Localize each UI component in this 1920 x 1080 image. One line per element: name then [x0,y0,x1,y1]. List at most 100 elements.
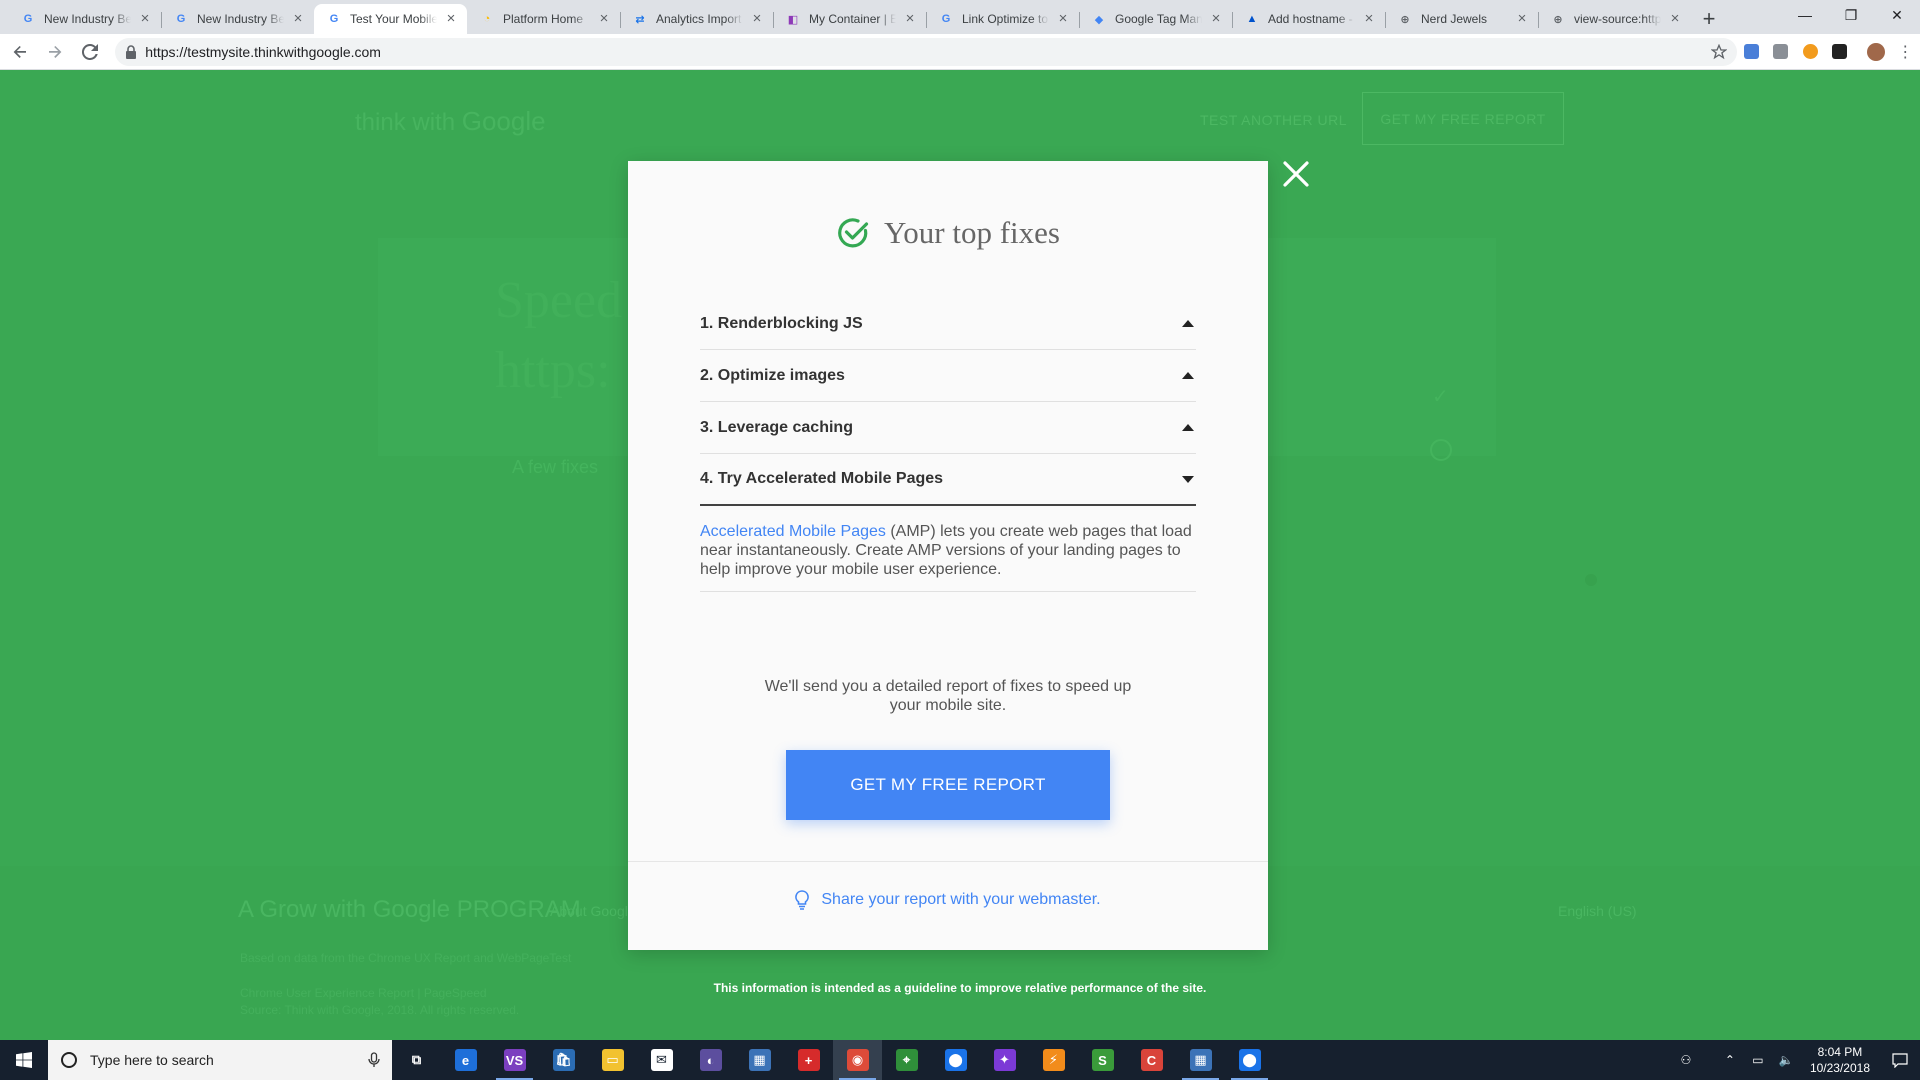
taskbar-app-button[interactable]: ▭ [588,1040,637,1080]
taskbar-app-button[interactable]: ▦ [1176,1040,1225,1080]
fix-item-renderblocking-js[interactable]: 1. Renderblocking JS [700,298,1196,350]
extension-book-icon[interactable] [1825,37,1854,67]
location-icon: ⬤ [944,1049,967,1071]
extension-bolt-icon[interactable] [1795,37,1824,67]
browser-tab[interactable]: ▲ Add hostname - × [1232,4,1385,34]
tab-close-icon[interactable]: × [1667,11,1683,27]
taskbar-app-button[interactable]: ⬤ [1225,1040,1274,1080]
taskbar-app-button[interactable]: ▦ [735,1040,784,1080]
microphone-icon[interactable] [368,1052,380,1068]
fix-label: 3. Leverage caching [700,418,853,436]
browser-tab[interactable]: ⇄ Analytics Import × [620,4,773,34]
taskbar-app-button[interactable]: + [784,1040,833,1080]
tab-close-icon[interactable]: × [443,11,459,27]
purple-app-icon: ✦ [993,1049,1016,1071]
new-tab-button[interactable]: + [1691,4,1727,34]
taskbar-app-button[interactable]: VS [490,1040,539,1080]
taskbar-app-button[interactable]: 🛍 [539,1040,588,1080]
action-center-icon[interactable] [1880,1040,1920,1080]
reload-button[interactable] [74,36,105,68]
browser-tab[interactable]: G New Industry Be × [8,4,161,34]
caret-up-icon [1182,372,1194,379]
browser-tab[interactable]: G Link Optimize to × [926,4,1079,34]
fix-amp-description: Accelerated Mobile Pages (AMP) lets you … [700,506,1196,592]
bg-heading-url: https: [495,342,611,399]
browser-tab[interactable]: ◆ Google Tag Man × [1079,4,1232,34]
mail-icon: ✉ [650,1049,673,1071]
minimize-button[interactable]: — [1782,0,1828,30]
tab-title: Link Optimize to [962,12,1049,26]
get-free-report-button[interactable]: GET MY FREE REPORT [786,750,1110,820]
tab-close-icon[interactable]: × [1514,11,1530,27]
browser-tab[interactable]: ⊕ view-source:http × [1538,4,1691,34]
google-marketing-platform-icon: ◔ [483,13,491,25]
taskbar-apps: ⧉ e VS 🛍 ▭ ✉ ◐ ▦ + ◉ ⌖ ⬤ ✦ ⚡ S C ▦ ⬤ [392,1040,1274,1080]
taskbar-app-button[interactable]: ◐ [686,1040,735,1080]
tab-close-icon[interactable]: × [902,11,918,27]
lock-icon [126,44,137,59]
start-button[interactable] [0,1040,48,1080]
analytics-import-icon: ⇄ [635,13,645,26]
tab-close-icon[interactable]: × [1055,11,1071,27]
share-with-webmaster-link[interactable]: Share your report with your webmaster. [628,890,1268,910]
extension-tag-icon[interactable] [1766,37,1795,67]
lightbulb-icon [795,890,810,910]
bg-heading: Speed [495,272,623,329]
modal-title-text: Your top fixes [884,215,1060,250]
browser-tab[interactable]: G New Industry Be × [161,4,314,34]
profile-avatar[interactable] [1862,37,1891,67]
share-text: Share your report with your webmaster. [821,891,1101,908]
taskbar-app-button[interactable]: ⚡ [1029,1040,1078,1080]
tab-close-icon[interactable]: × [749,11,765,27]
taskbar-app-button[interactable]: C [1127,1040,1176,1080]
back-button[interactable] [4,36,35,68]
swiss-app-icon: + [797,1049,820,1071]
taskbar-app-button[interactable]: S [1078,1040,1127,1080]
browser-tab[interactable]: ⊕ Nerd Jewels × [1385,4,1538,34]
network-icon[interactable]: ▭ [1746,1053,1770,1067]
url-text: https://testmysite.thinkwithgoogle.com [145,43,381,60]
extension-translate-icon[interactable] [1737,37,1766,67]
taskbar-app-button[interactable]: ✦ [980,1040,1029,1080]
taskbar-app-button[interactable]: e [441,1040,490,1080]
maximize-button[interactable]: ❐ [1828,0,1874,30]
tab-close-icon[interactable]: × [596,11,612,27]
media-app-icon: ◐ [699,1049,722,1071]
fix-item-amp[interactable]: 4. Try Accelerated Mobile Pages [700,454,1196,506]
taskbar-app-button[interactable]: ◉ [833,1040,882,1080]
browser-tab[interactable]: G Test Your Mobile × [314,4,467,34]
browser-tab[interactable]: ◧ My Container | E × [773,4,926,34]
amp-link[interactable]: Accelerated Mobile Pages [700,523,886,540]
fix-label: 4. Try Accelerated Mobile Pages [700,470,944,487]
volume-icon[interactable]: 🔈 [1774,1053,1798,1067]
address-bar[interactable]: https://testmysite.thinkwithgoogle.com [115,37,1738,66]
tab-title: Add hostname - [1268,12,1353,26]
tab-title: Nerd Jewels [1421,12,1488,26]
tab-title: Analytics Import [656,12,742,26]
system-clock[interactable]: 8:04 PM 10/23/2018 [1810,1044,1870,1076]
taskbar-app-button[interactable]: ⧉ [392,1040,441,1080]
menu-kebab-icon[interactable]: ⋮ [1891,37,1920,67]
tab-close-icon[interactable]: × [137,11,153,27]
fix-item-optimize-images[interactable]: 2. Optimize images [700,350,1196,402]
window-controls: — ❐ ✕ [1782,0,1920,30]
tab-close-icon[interactable]: × [290,11,306,27]
people-icon[interactable]: ⚇ [1674,1053,1698,1067]
forward-arrow-icon [48,45,61,58]
top-fixes-modal: Your top fixes 1. Renderblocking JS 2. O… [628,161,1268,950]
taskbar-app-button[interactable]: ⬤ [931,1040,980,1080]
taskbar-app-button[interactable]: ✉ [637,1040,686,1080]
close-window-button[interactable]: ✕ [1874,0,1920,30]
chrome-icon: ◉ [846,1049,869,1071]
bookmark-star-icon[interactable] [1711,43,1728,60]
browser-tab[interactable]: ◔ Platform Home × [467,4,620,34]
tab-close-icon[interactable]: × [1208,11,1224,27]
tab-close-icon[interactable]: × [1361,11,1377,27]
close-modal-icon[interactable] [1280,158,1312,190]
taskbar-app-button[interactable]: ⌖ [882,1040,931,1080]
forward-button[interactable] [39,36,70,68]
fix-item-leverage-caching[interactable]: 3. Leverage caching [700,402,1196,454]
tab-list: G New Industry Be × G New Industry Be × G Test … [0,0,1691,34]
show-hidden-icons-chevron-icon[interactable]: ⌃ [1718,1053,1742,1067]
taskbar-search[interactable]: Type here to search [48,1040,392,1080]
